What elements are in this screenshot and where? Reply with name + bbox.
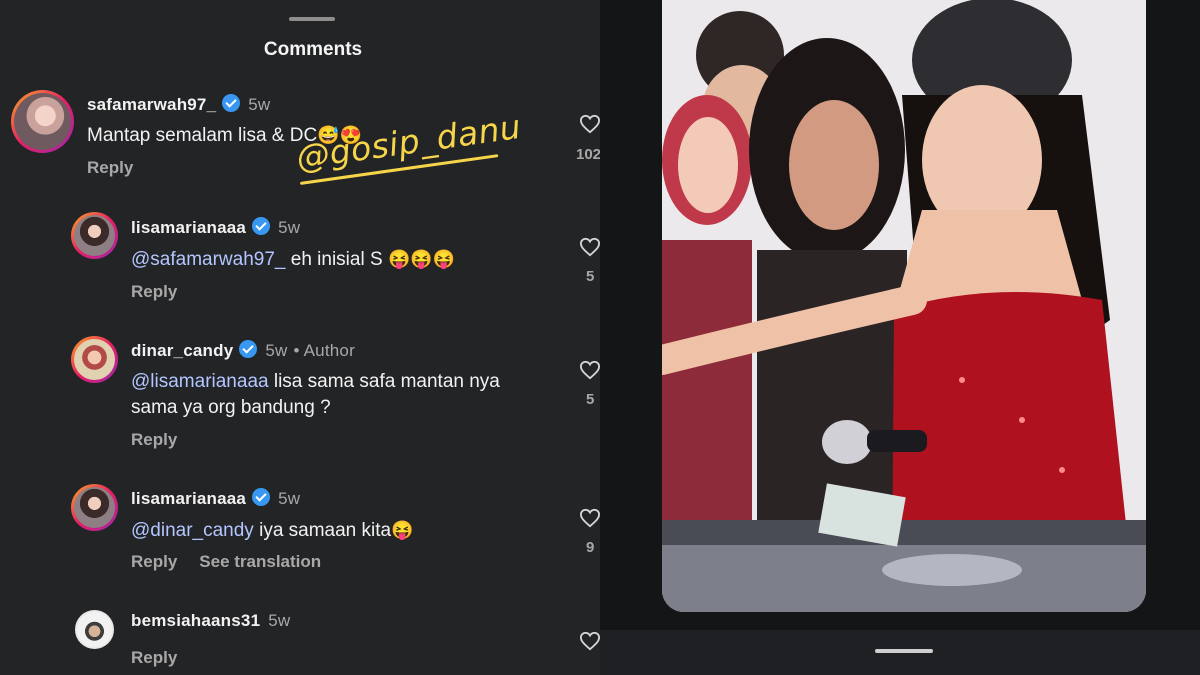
heart-icon[interactable] <box>579 508 600 528</box>
comment-time: 5w <box>268 611 291 630</box>
emoji-group: 😝 <box>391 520 414 540</box>
reply-button[interactable]: Reply <box>131 430 177 449</box>
like-count: 5 <box>586 268 595 285</box>
avatar[interactable] <box>71 336 118 383</box>
like-count: 5 <box>586 391 595 408</box>
heart-icon[interactable] <box>579 114 600 134</box>
comments-title: Comments <box>263 39 363 60</box>
reply-button[interactable]: Reply <box>87 158 133 177</box>
heart-icon[interactable] <box>579 237 600 257</box>
drag-handle[interactable] <box>289 17 335 21</box>
reply-button[interactable]: Reply <box>131 552 177 571</box>
heart-icon[interactable] <box>579 360 600 380</box>
avatar[interactable] <box>71 212 118 259</box>
comment-actions: Reply <box>131 430 177 450</box>
see-translation-button[interactable]: See translation <box>199 552 321 571</box>
home-indicator[interactable] <box>875 649 933 653</box>
username-text[interactable]: dinar_candy <box>131 341 233 360</box>
comment-username[interactable]: lisamarianaaa 5w <box>131 488 300 509</box>
comment-body: iya samaan kita <box>253 520 392 541</box>
comment-username[interactable]: safamarwah97_ 5w <box>87 94 270 115</box>
avatar[interactable] <box>71 484 118 531</box>
bottom-bar <box>600 630 1200 675</box>
video-player[interactable] <box>662 0 1146 612</box>
media-panel <box>600 0 1200 675</box>
mention-link[interactable]: @lisamarianaaa <box>131 371 269 392</box>
comment-body: eh inisial S <box>285 249 388 270</box>
comment-time: 5w <box>265 341 288 360</box>
watermark: @gosip_danu <box>289 103 523 192</box>
username-text[interactable]: bemsiahaans31 <box>131 611 260 630</box>
mention-link[interactable]: @dinar_candy <box>131 520 254 541</box>
comment-time: 5w <box>278 218 301 237</box>
verified-badge-icon <box>252 217 271 235</box>
like-count: 102 <box>576 146 600 163</box>
like-count: 9 <box>586 539 595 556</box>
comment-actions: Reply <box>131 282 177 302</box>
heart-icon[interactable] <box>579 631 600 651</box>
username-text[interactable]: lisamarianaaa <box>131 489 246 508</box>
username-text[interactable]: lisamarianaaa <box>131 218 246 237</box>
video-frame <box>662 0 1146 612</box>
reply-button[interactable]: Reply <box>131 648 177 667</box>
comment-time: 5w <box>248 95 271 114</box>
comments-panel: Comments safamarwah97_ 5w Mantap semalam … <box>0 0 600 675</box>
comment-username[interactable]: dinar_candy 5w • Author <box>131 340 355 361</box>
verified-badge-icon <box>252 488 271 506</box>
comment-text: @lisamarianaaa lisa sama safa mantan nya <box>131 369 500 395</box>
reply-button[interactable]: Reply <box>131 282 177 301</box>
avatar[interactable] <box>11 90 74 153</box>
comment-username[interactable]: lisamarianaaa 5w <box>131 217 300 238</box>
comment-actions: Reply <box>87 158 133 178</box>
verified-badge-icon <box>222 94 241 112</box>
comment-username[interactable]: bemsiahaans31 5w <box>131 611 290 631</box>
comment-actions: Reply See translation <box>131 552 321 572</box>
verified-badge-icon <box>239 340 258 358</box>
comment-actions: Reply <box>131 648 177 668</box>
comment-time: 5w <box>278 489 301 508</box>
emoji-group: 😝😝😝 <box>387 249 456 269</box>
comment-body: Mantap semalam lisa & DC <box>87 125 318 146</box>
comment-text: @dinar_candy iya samaan kita😝 <box>131 517 414 544</box>
author-tag: • Author <box>293 341 355 360</box>
username-text[interactable]: safamarwah97_ <box>87 95 216 114</box>
avatar[interactable] <box>75 610 114 649</box>
mention-link[interactable]: @safamarwah97_ <box>131 249 285 270</box>
comment-text: @safamarwah97_ eh inisial S 😝😝😝 <box>131 246 455 273</box>
comment-body-line2: sama ya org bandung ? <box>131 397 331 418</box>
comment-body: lisa sama safa mantan nya <box>268 371 500 392</box>
